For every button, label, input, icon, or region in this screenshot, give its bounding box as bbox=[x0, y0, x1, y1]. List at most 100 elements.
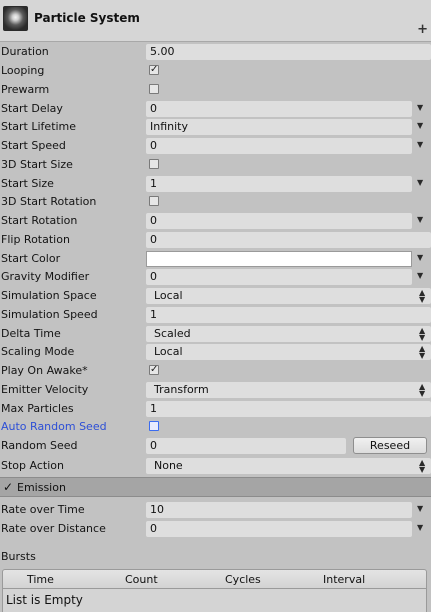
row-start-speed: Start Speed 0 ▼ bbox=[0, 137, 431, 155]
play-on-awake-label: Play On Awake* bbox=[1, 364, 88, 377]
start-rotation-label: Start Rotation bbox=[1, 214, 78, 227]
stop-action-updown-icon[interactable]: ▲ ▼ bbox=[419, 459, 425, 474]
start-lifetime-label: Start Lifetime bbox=[1, 120, 77, 133]
auto-random-seed-label: Auto Random Seed bbox=[1, 420, 107, 433]
play-on-awake-checkbox[interactable]: ✓ bbox=[149, 365, 159, 375]
start-size-field[interactable]: 1 bbox=[146, 176, 412, 192]
gravity-modifier-field[interactable]: 0 bbox=[146, 269, 412, 285]
duration-label: Duration bbox=[1, 45, 49, 58]
random-seed-label: Random Seed bbox=[1, 439, 78, 452]
row-simulation-speed: Simulation Speed 1 bbox=[0, 306, 431, 324]
bursts-col-time: Time bbox=[27, 573, 54, 586]
row-start-delay: Start Delay 0 ▼ bbox=[0, 100, 431, 118]
bursts-table-header: Time Count Cycles Interval bbox=[2, 569, 427, 589]
row-stop-action: Stop Action None ▲ ▼ bbox=[0, 457, 431, 475]
simulation-speed-field[interactable]: 1 bbox=[146, 307, 431, 323]
row-rate-over-time: Rate over Time 10 ▼ bbox=[0, 501, 431, 519]
start-rotation-field[interactable]: 0 bbox=[146, 213, 412, 229]
start-size-dropdown-icon[interactable]: ▼ bbox=[417, 178, 423, 188]
stop-action-select[interactable]: None bbox=[146, 458, 431, 474]
rate-over-distance-label: Rate over Distance bbox=[1, 522, 106, 535]
row-emitter-velocity: Emitter Velocity Transform ▲ ▼ bbox=[0, 381, 431, 399]
row-random-seed: Random Seed 0 Reseed bbox=[0, 437, 431, 455]
bursts-list: List is Empty bbox=[2, 589, 427, 612]
3d-start-rotation-checkbox[interactable] bbox=[149, 196, 159, 206]
3d-start-rotation-label: 3D Start Rotation bbox=[1, 195, 97, 208]
start-size-label: Start Size bbox=[1, 177, 54, 190]
start-lifetime-field[interactable]: Infinity bbox=[146, 119, 412, 135]
rate-over-distance-dropdown-icon[interactable]: ▼ bbox=[417, 523, 423, 533]
module-header[interactable]: Particle System + bbox=[0, 0, 431, 42]
module-title: Particle System bbox=[34, 11, 140, 25]
max-particles-field[interactable]: 1 bbox=[146, 401, 431, 417]
3d-start-size-checkbox[interactable] bbox=[149, 159, 159, 169]
particle-system-icon bbox=[3, 6, 28, 31]
scaling-mode-updown-icon[interactable]: ▲ ▼ bbox=[419, 345, 425, 360]
row-rate-over-distance: Rate over Distance 0 ▼ bbox=[0, 520, 431, 538]
simulation-space-label: Simulation Space bbox=[1, 289, 97, 302]
reseed-button[interactable]: Reseed bbox=[353, 437, 427, 454]
auto-random-seed-checkbox[interactable] bbox=[149, 421, 159, 431]
row-scaling-mode: Scaling Mode Local ▲ ▼ bbox=[0, 343, 431, 361]
rate-over-time-field[interactable]: 10 bbox=[146, 502, 412, 518]
row-flip-rotation: Flip Rotation 0 bbox=[0, 231, 431, 249]
start-speed-dropdown-icon[interactable]: ▼ bbox=[417, 140, 423, 150]
delta-time-updown-icon[interactable]: ▲ ▼ bbox=[419, 327, 425, 342]
bursts-col-cycles: Cycles bbox=[225, 573, 261, 586]
start-delay-label: Start Delay bbox=[1, 102, 63, 115]
row-start-color: Start Color ▼ bbox=[0, 250, 431, 268]
flip-rotation-label: Flip Rotation bbox=[1, 233, 70, 246]
scaling-mode-label: Scaling Mode bbox=[1, 345, 75, 358]
row-start-size: Start Size 1 ▼ bbox=[0, 175, 431, 193]
row-looping: Looping ✓ bbox=[0, 62, 431, 80]
row-3d-start-rotation: 3D Start Rotation bbox=[0, 193, 431, 211]
row-3d-start-size: 3D Start Size bbox=[0, 156, 431, 174]
start-color-swatch[interactable] bbox=[146, 251, 412, 267]
scaling-mode-select[interactable]: Local bbox=[146, 344, 431, 360]
start-speed-field[interactable]: 0 bbox=[146, 138, 412, 154]
gravity-modifier-dropdown-icon[interactable]: ▼ bbox=[417, 271, 423, 281]
start-lifetime-dropdown-icon[interactable]: ▼ bbox=[417, 121, 423, 131]
row-simulation-space: Simulation Space Local ▲ ▼ bbox=[0, 287, 431, 305]
looping-label: Looping bbox=[1, 64, 45, 77]
delta-time-select[interactable]: Scaled bbox=[146, 326, 431, 342]
row-max-particles: Max Particles 1 bbox=[0, 400, 431, 418]
rate-over-distance-field[interactable]: 0 bbox=[146, 521, 412, 537]
emitter-velocity-select[interactable]: Transform bbox=[146, 382, 431, 398]
start-color-dropdown-icon[interactable]: ▼ bbox=[417, 253, 423, 263]
simulation-space-updown-icon[interactable]: ▲ ▼ bbox=[419, 289, 425, 304]
emission-title: Emission bbox=[17, 481, 66, 494]
rate-over-time-dropdown-icon[interactable]: ▼ bbox=[417, 504, 423, 514]
row-auto-random-seed: Auto Random Seed bbox=[0, 418, 431, 436]
random-seed-field[interactable]: 0 bbox=[146, 438, 346, 454]
emitter-velocity-updown-icon[interactable]: ▲ ▼ bbox=[419, 383, 425, 398]
emission-module-header[interactable]: ✓ Emission bbox=[0, 477, 431, 497]
start-delay-dropdown-icon[interactable]: ▼ bbox=[417, 103, 423, 113]
duration-field[interactable]: 5.00 bbox=[146, 44, 431, 60]
row-start-rotation: Start Rotation 0 ▼ bbox=[0, 212, 431, 230]
bursts-empty-text: List is Empty bbox=[6, 593, 83, 607]
simulation-speed-label: Simulation Speed bbox=[1, 308, 98, 321]
prewarm-checkbox[interactable] bbox=[149, 84, 159, 94]
looping-checkbox[interactable]: ✓ bbox=[149, 65, 159, 75]
row-gravity-modifier: Gravity Modifier 0 ▼ bbox=[0, 268, 431, 286]
row-prewarm: Prewarm bbox=[0, 81, 431, 99]
3d-start-size-label: 3D Start Size bbox=[1, 158, 73, 171]
row-duration: Duration 5.00 bbox=[0, 43, 431, 61]
simulation-space-select[interactable]: Local bbox=[146, 288, 431, 304]
stop-action-label: Stop Action bbox=[1, 459, 64, 472]
row-start-lifetime: Start Lifetime Infinity ▼ bbox=[0, 118, 431, 136]
row-play-on-awake: Play On Awake* ✓ bbox=[0, 362, 431, 380]
emission-enabled-checkbox[interactable]: ✓ bbox=[3, 480, 13, 494]
flip-rotation-field[interactable]: 0 bbox=[146, 232, 431, 248]
gravity-modifier-label: Gravity Modifier bbox=[1, 270, 90, 283]
delta-time-label: Delta Time bbox=[1, 327, 61, 340]
prewarm-label: Prewarm bbox=[1, 83, 50, 96]
start-rotation-dropdown-icon[interactable]: ▼ bbox=[417, 215, 423, 225]
start-delay-field[interactable]: 0 bbox=[146, 101, 412, 117]
row-delta-time: Delta Time Scaled ▲ ▼ bbox=[0, 325, 431, 343]
add-module-icon[interactable]: + bbox=[417, 23, 428, 36]
emitter-velocity-label: Emitter Velocity bbox=[1, 383, 89, 396]
max-particles-label: Max Particles bbox=[1, 402, 74, 415]
rate-over-time-label: Rate over Time bbox=[1, 503, 85, 516]
